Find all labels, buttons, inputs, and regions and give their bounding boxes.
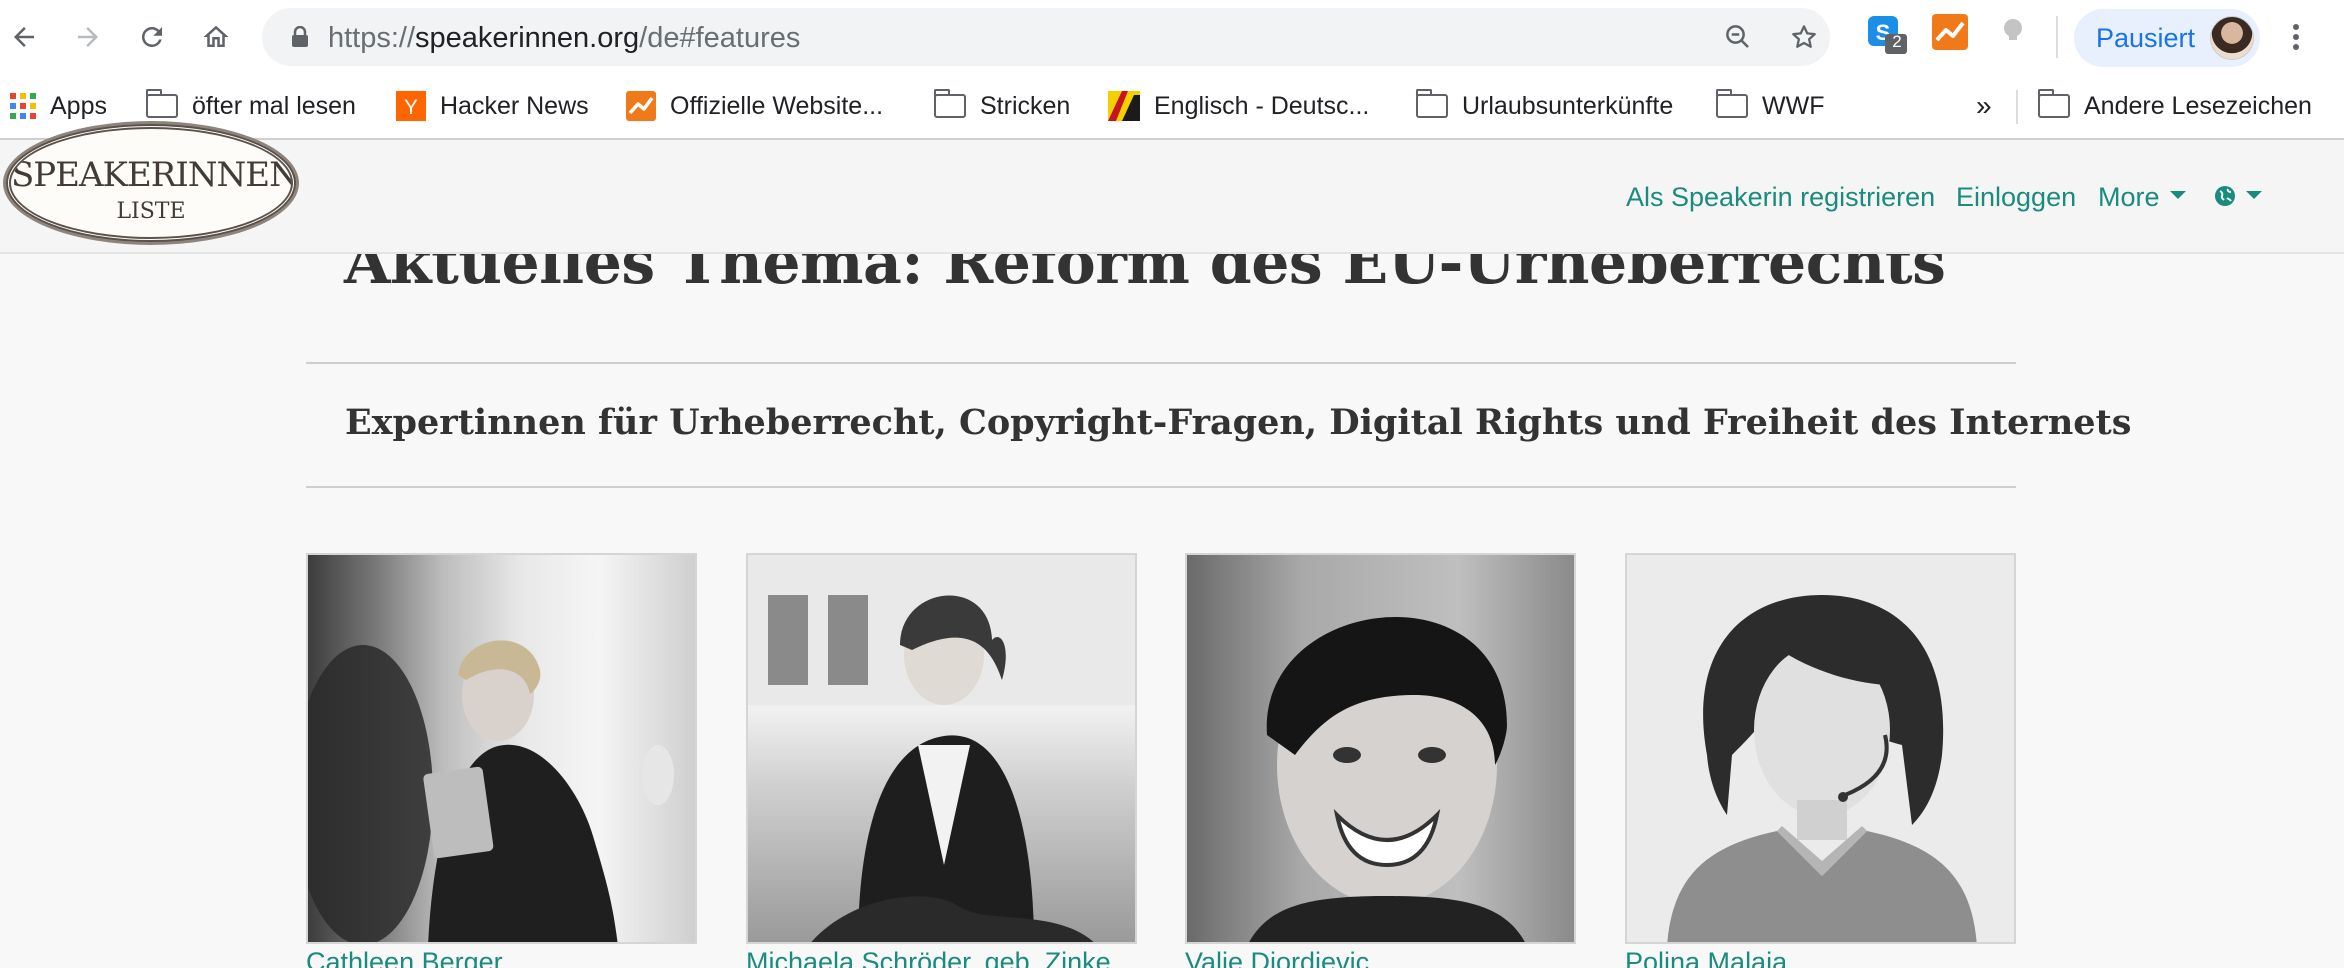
more-label: More [2098,182,2160,212]
bookmark-label: Offizielle Website... [670,91,884,120]
speaker-card[interactable]: Cathleen Berger [306,553,697,968]
login-link[interactable]: Einloggen [1956,182,2076,213]
extension-badge: 2 [1892,32,1902,51]
folder-icon [1415,89,1448,118]
speaker-photo-art [1249,617,1525,942]
url-text: https://speakerinnen.org/de#features [328,22,801,54]
logo-subtitle: LISTE [116,199,186,224]
bookmark-folder-urlaubsunterkuenfte[interactable]: Urlaubsunterkünfte [1415,86,1674,126]
forward-button[interactable] [66,12,110,62]
bookmark-star-button[interactable] [1786,19,1822,55]
speaker-name-link[interactable]: Valie Djordjevic [1185,947,1369,968]
zoom-out-icon [1726,25,1749,48]
speaker-card[interactable]: Michaela Schröder, geb. Zinke [746,553,1137,968]
hacker-news-icon: Y [396,91,426,121]
folder-icon [1715,89,1748,118]
bookmark-folder-oefter-mal-lesen[interactable]: öfter mal lesen [145,86,356,126]
chart-favicon [626,91,656,121]
bookmark-label: Urlaubsunterkünfte [1462,91,1674,120]
topic-subheadline: Expertinnen für Urheberrecht, Copyright-… [345,402,2132,443]
bookmarks-bar: Apps öfter mal lesen Y Hacker News Offiz… [0,76,2344,140]
site-navbar: SPEAKERINNEN LISTE Als Speakerin registr… [0,124,2344,254]
register-speaker-link[interactable]: Als Speakerin registrieren [1626,182,1935,213]
speaker-card[interactable]: Valie Djordjevic [1185,553,1576,968]
chevron-down-icon [2246,190,2262,199]
bookmark-folder-stricken[interactable]: Stricken [933,86,1071,126]
folder-icon [933,89,966,118]
bookmark-label: Apps [50,91,107,120]
bookmark-offizielle-website[interactable]: Offizielle Website... [626,86,883,126]
divider-bottom [306,486,2016,488]
more-dropdown[interactable]: More [2098,182,2186,213]
speaker-photo-art [748,555,1135,942]
topic-headline: Aktuelles Thema: Reform des EU-Urheberre… [344,254,1946,298]
bulb-extension-icon [2004,19,2022,40]
language-dropdown[interactable] [2214,182,2262,213]
bookmark-englisch-deutsch[interactable]: Englisch - Deutsc... [1108,86,1369,126]
star-icon [1792,25,1816,48]
bookmark-label: Hacker News [440,91,589,120]
bookmark-label: Stricken [980,91,1071,120]
forward-arrow-icon [78,27,98,47]
dictionary-favicon [1108,91,1140,121]
main-content: Aktuelles Thema: Reform des EU-Urheberre… [0,254,2344,968]
home-icon [203,25,229,47]
apps-grid-icon [10,93,36,119]
bookmark-apps[interactable]: Apps [10,86,107,126]
speaker-name-link[interactable]: Michaela Schröder, geb. Zinke [746,947,1111,968]
other-bookmarks-label: Andere Lesezeichen [2084,91,2312,120]
divider-top [306,362,2016,364]
profile-avatar [2210,16,2254,60]
speaker-photo[interactable] [746,553,1137,944]
back-arrow-icon [14,27,34,47]
bookmarks-divider [2016,90,2018,124]
zoom-button[interactable] [1720,19,1756,55]
profile-status-label: Pausiert [2096,23,2196,53]
globe-icon [2215,185,2235,206]
logo-title: SPEAKERINNEN [11,155,296,195]
speaker-photo[interactable] [1185,553,1576,944]
folder-icon [2037,89,2070,118]
profile-button[interactable]: Pausiert [2074,9,2260,67]
kebab-menu-icon [2293,24,2299,50]
toolbar-divider [2056,16,2058,58]
site-logo[interactable]: SPEAKERINNEN LISTE [6,124,296,242]
bookmark-label: WWF [1762,91,1825,120]
address-bar[interactable]: https://speakerinnen.org/de#features [262,8,1830,66]
browser-toolbar: https://speakerinnen.org/de#features S 2… [0,0,2344,76]
bookmark-folder-wwf[interactable]: WWF [1715,86,1825,126]
bookmark-label: Englisch - Deutsc... [1154,91,1370,120]
other-bookmarks-folder[interactable]: Andere Lesezeichen [2037,86,2312,126]
bookmarks-overflow-button[interactable]: » [1976,86,1992,126]
folder-icon [145,89,178,118]
speaker-card[interactable]: Polina Malaja [1625,553,2016,968]
browser-menu-button[interactable] [2274,12,2318,62]
home-button[interactable] [194,12,238,62]
bookmark-label: öfter mal lesen [192,91,356,120]
reload-icon [141,26,162,47]
reload-button[interactable] [130,12,174,62]
speaker-photo[interactable] [306,553,697,944]
avatar-placeholder-icon [1667,595,1977,942]
grey-extension-button[interactable] [1998,14,2038,54]
lock-icon [292,26,308,47]
speaker-name-link[interactable]: Cathleen Berger [306,947,503,968]
speaker-name-link[interactable]: Polina Malaja [1625,947,1787,968]
svg-text:Y: Y [404,96,418,119]
analytics-extension-button[interactable] [1932,14,1972,54]
skype-extension-button[interactable]: S 2 [1868,14,1908,54]
chart-extension-icon [1932,14,1968,50]
speaker-photo-art [308,640,674,942]
bookmark-hacker-news[interactable]: Y Hacker News [396,86,589,126]
chevron-down-icon [2169,190,2186,199]
speaker-photo-placeholder[interactable] [1625,553,2016,944]
back-button[interactable] [2,12,46,62]
